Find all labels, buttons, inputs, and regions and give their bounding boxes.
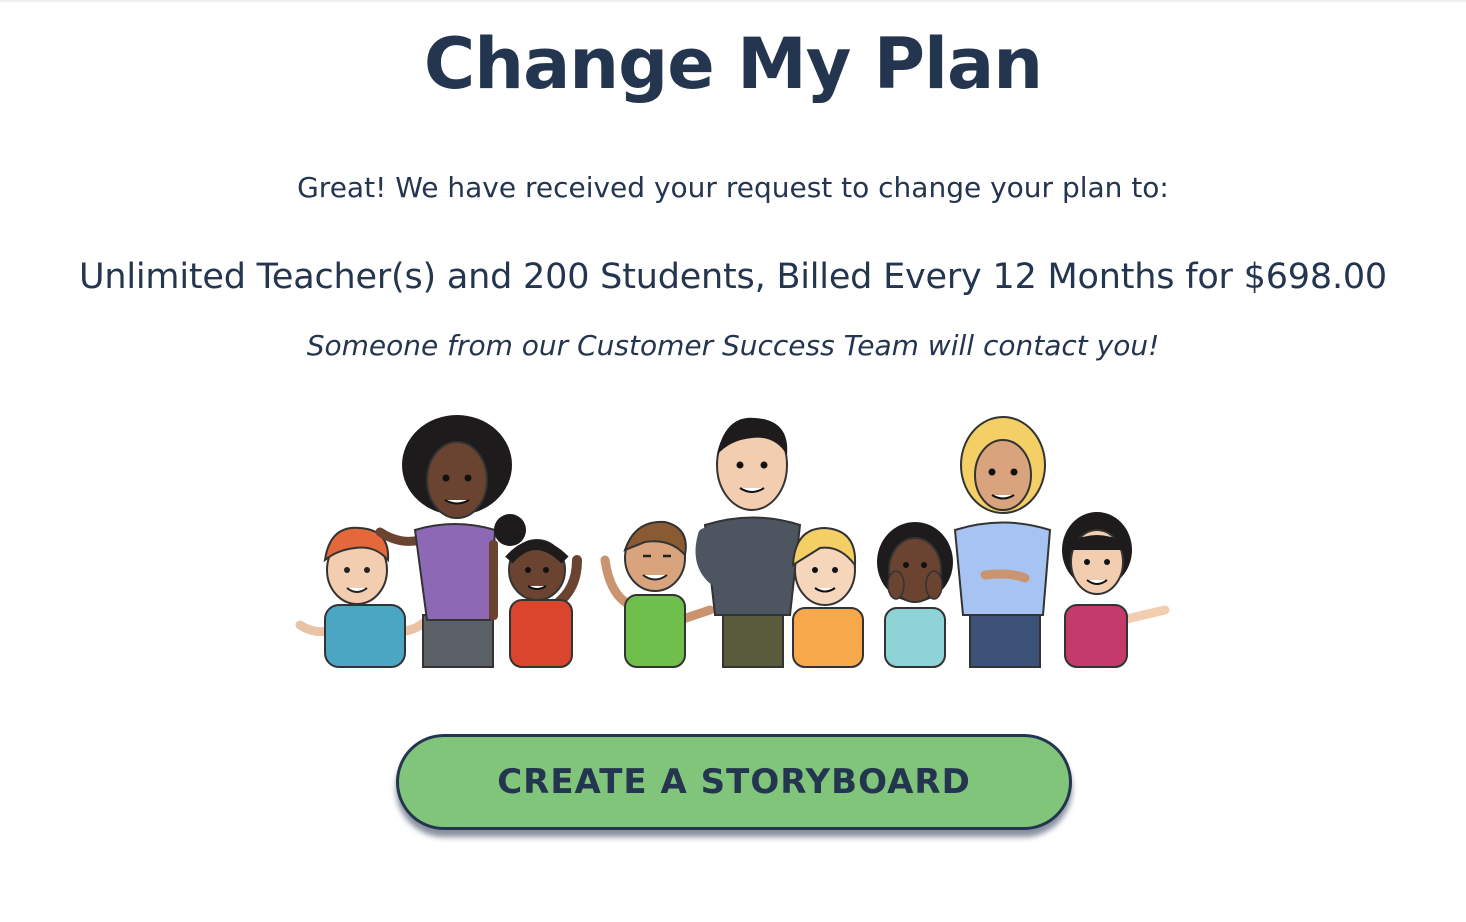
create-storyboard-button[interactable]: CREATE A STORYBOARD (396, 734, 1072, 830)
change-plan-page: Change My Plan Great! We have received y… (0, 0, 1466, 922)
character-man-gray-shirt (695, 417, 802, 668)
character-girl-magenta-shirt (1062, 512, 1170, 668)
character-girl-red-jacket (494, 514, 582, 668)
character-girl-teal-jacket (877, 522, 953, 668)
header-divider (0, 0, 1466, 3)
character-boy-green-shirt (600, 520, 715, 668)
character-kid-orange-shirt (791, 526, 864, 668)
character-woman-blue-shirt (953, 416, 1052, 668)
page-title: Change My Plan (423, 23, 1043, 105)
character-boy-orange-hair (295, 526, 432, 668)
confirmation-text: Great! We have received your request to … (297, 171, 1169, 204)
contact-note: Someone from our Customer Success Team w… (306, 329, 1160, 362)
plan-summary: Unlimited Teacher(s) and 200 Students, B… (78, 257, 1388, 297)
create-storyboard-button-label: CREATE A STORYBOARD (497, 762, 971, 802)
group-illustration (295, 415, 1170, 668)
